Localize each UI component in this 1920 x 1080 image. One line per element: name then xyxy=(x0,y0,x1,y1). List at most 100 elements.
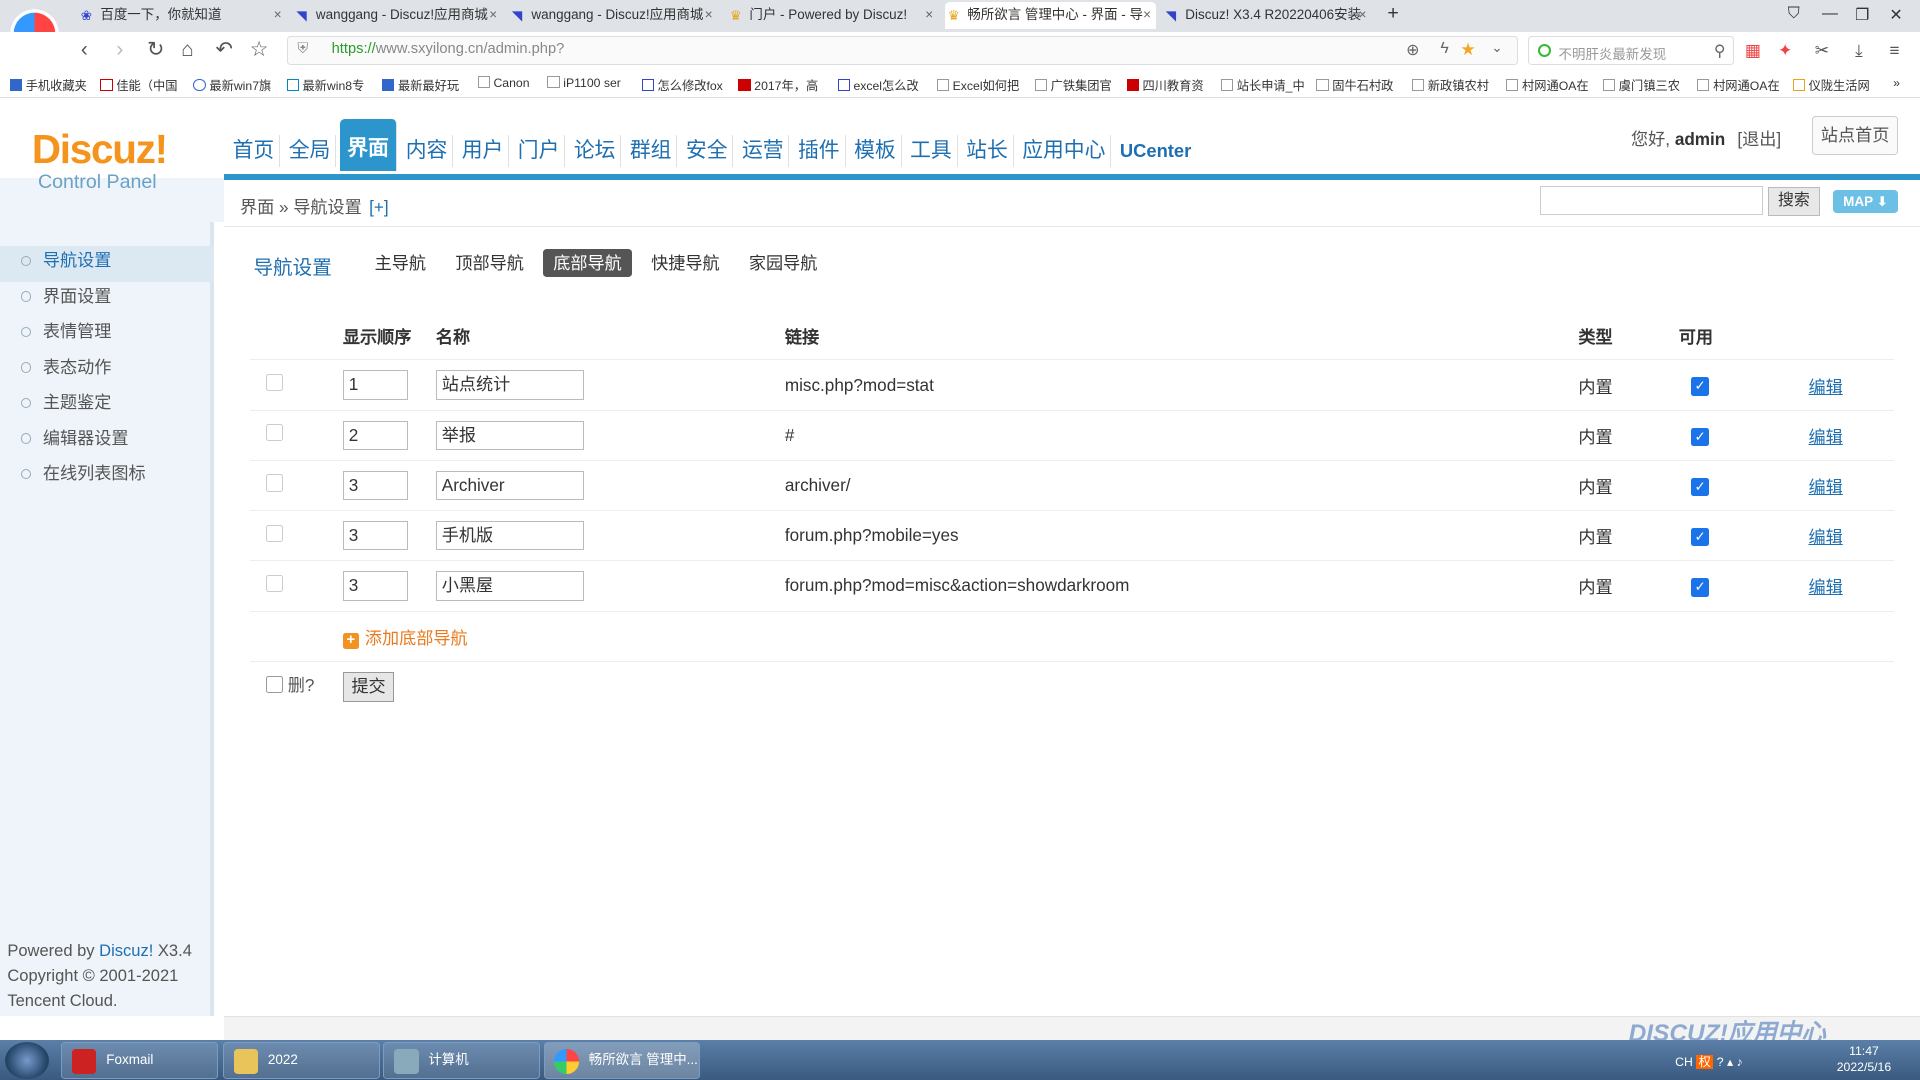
url-text[interactable]: https://www.sxyilong.cn/admin.php? xyxy=(332,41,565,57)
close-window-icon[interactable]: ✕ xyxy=(1889,5,1902,25)
star-icon[interactable]: ☆ xyxy=(250,38,269,62)
sidebar-item-editor-settings[interactable]: 编辑器设置 xyxy=(0,424,214,460)
shirt-icon[interactable]: ⛉ xyxy=(1788,5,1800,23)
edit-link[interactable]: 编辑 xyxy=(1809,527,1843,547)
reload-icon[interactable]: ↻ xyxy=(147,38,164,62)
submit-button[interactable]: 提交 xyxy=(342,672,395,702)
order-input[interactable]: 3 xyxy=(342,470,408,501)
site-home-button[interactable]: 站点首页 xyxy=(1812,116,1898,156)
bookmark-item[interactable]: 手机收藏夹 xyxy=(9,76,87,94)
enabled-checkbox[interactable]: ✓ xyxy=(1690,377,1710,396)
start-button[interactable] xyxy=(4,1042,49,1079)
nav-tools[interactable]: 工具 xyxy=(905,134,958,167)
row-select-checkbox[interactable] xyxy=(265,424,283,442)
nav-interface[interactable]: 界面 xyxy=(339,118,398,172)
restore-icon[interactable]: ❐ xyxy=(1855,5,1869,25)
chevron-down-icon[interactable]: ⌄ xyxy=(1491,40,1502,56)
sidebar-item-click-actions[interactable]: 表态动作 xyxy=(0,353,214,389)
menu-icon[interactable]: ≡ xyxy=(1889,38,1899,62)
row-select-checkbox[interactable] xyxy=(265,574,283,592)
nav-plugins[interactable]: 插件 xyxy=(793,134,846,167)
tab-main-nav[interactable]: 主导航 xyxy=(365,249,436,277)
add-footer-nav-link[interactable]: + 添加底部导航 xyxy=(342,628,468,649)
edit-link[interactable]: 编辑 xyxy=(1809,577,1843,597)
name-input[interactable]: 举报 xyxy=(435,420,585,450)
nav-operations[interactable]: 运营 xyxy=(737,134,790,167)
game-icon[interactable]: ✦ xyxy=(1778,38,1792,62)
bookmark-item[interactable]: excel怎么改 xyxy=(837,76,919,94)
crumb-section[interactable]: 界面 xyxy=(240,197,274,217)
nav-global[interactable]: 全局 xyxy=(284,134,337,167)
nav-webmaster[interactable]: 站长 xyxy=(961,134,1014,167)
bookmark-item[interactable]: 怎么修改fox xyxy=(641,76,723,94)
discuz-link[interactable]: Discuz! xyxy=(99,941,153,960)
close-icon[interactable]: × xyxy=(274,2,282,29)
ime-icon[interactable]: 权 xyxy=(1696,1054,1714,1069)
nav-templates[interactable]: 模板 xyxy=(849,134,902,167)
help-icon[interactable]: ? xyxy=(1717,1055,1724,1069)
sidebar-item-interface-settings[interactable]: 界面设置 xyxy=(0,282,214,318)
tab-top-nav[interactable]: 顶部导航 xyxy=(446,249,534,277)
name-input[interactable]: 站点统计 xyxy=(435,370,585,400)
minimize-icon[interactable]: — xyxy=(1822,5,1838,23)
order-input[interactable]: 1 xyxy=(342,370,408,400)
nav-groups[interactable]: 群组 xyxy=(625,134,678,167)
tab-discuz-install[interactable]: ◥ Discuz! X3.4 R20220406安装 × xyxy=(1163,2,1371,29)
edit-link[interactable]: 编辑 xyxy=(1809,377,1843,397)
sidebar-item-thread-stamps[interactable]: 主题鉴定 xyxy=(0,388,214,424)
sidebar-item-smilies[interactable]: 表情管理 xyxy=(0,317,214,353)
enabled-checkbox[interactable]: ✓ xyxy=(1690,578,1710,597)
admin-search-input[interactable] xyxy=(1540,186,1764,216)
tab-footer-nav[interactable]: 底部导航 xyxy=(543,248,632,277)
taskbar-folder[interactable]: 2022 xyxy=(222,1042,380,1079)
tab-baidu[interactable]: ❀ 百度一下，你就知道 × xyxy=(78,2,286,29)
clock[interactable]: 11:47 2022/5/16 xyxy=(1837,1044,1891,1076)
order-input[interactable]: 2 xyxy=(342,420,408,450)
favorite-star-icon[interactable]: ★ xyxy=(1460,39,1475,60)
enabled-checkbox[interactable]: ✓ xyxy=(1690,477,1710,497)
admin-search-button[interactable]: 搜索 xyxy=(1768,187,1820,216)
bookmark-item[interactable]: 仪陇生活网 xyxy=(1792,76,1870,94)
home-icon[interactable]: ⌂ xyxy=(181,38,194,62)
order-input[interactable]: 3 xyxy=(342,521,408,551)
close-icon[interactable]: × xyxy=(1143,2,1151,29)
add-shortcut-link[interactable]: [+] xyxy=(369,197,389,217)
url-bar[interactable]: ⛨ https://www.sxyilong.cn/admin.php? ⊕ ϟ… xyxy=(286,35,1519,65)
delete-toggle[interactable]: 删? xyxy=(265,671,314,696)
bookmark-item[interactable]: 2017年，高 xyxy=(738,76,818,94)
edit-link[interactable]: 编辑 xyxy=(1809,477,1843,497)
row-select-checkbox[interactable] xyxy=(265,374,283,392)
nav-portal[interactable]: 门户 xyxy=(513,134,566,167)
taskbar-browser[interactable]: 畅所欲言 管理中... xyxy=(543,1042,701,1079)
new-tab-button[interactable]: + xyxy=(1387,2,1398,25)
tab-app-store-1[interactable]: ◥ wanggang - Discuz!应用商城 × xyxy=(294,2,502,29)
nav-forum[interactable]: 论坛 xyxy=(569,134,622,167)
scissors-icon[interactable]: ✂ xyxy=(1815,38,1829,62)
undo-icon[interactable]: ↶ xyxy=(216,38,233,62)
taskbar-computer[interactable]: 计算机 xyxy=(383,1042,540,1079)
bookmark-item[interactable]: 固牛石村政 xyxy=(1316,76,1393,94)
download-icon[interactable]: ⤓ xyxy=(1855,38,1863,62)
nav-app-center[interactable]: 应用中心 xyxy=(1017,134,1112,167)
map-button[interactable]: MAP ⬇ xyxy=(1833,189,1898,214)
bookmark-item[interactable]: Canon xyxy=(477,75,530,90)
name-input[interactable]: 手机版 xyxy=(435,521,585,551)
name-input[interactable]: Archiver xyxy=(435,470,585,501)
browser-search-input[interactable]: 不明肝炎最新发现 ⚲ xyxy=(1528,35,1734,65)
enabled-checkbox[interactable]: ✓ xyxy=(1690,427,1710,446)
tab-home-nav[interactable]: 家园导航 xyxy=(739,249,827,277)
close-icon[interactable]: × xyxy=(925,2,933,29)
bookmark-item[interactable]: iP1100 ser xyxy=(547,75,621,90)
bookmark-item[interactable]: 虞门镇三农 xyxy=(1602,76,1680,94)
more-bookmarks-icon[interactable]: » xyxy=(1893,76,1900,90)
nav-users[interactable]: 用户 xyxy=(457,134,510,167)
row-select-checkbox[interactable] xyxy=(265,524,283,542)
nav-content[interactable]: 内容 xyxy=(401,134,454,167)
nav-ucenter[interactable]: UCenter xyxy=(1115,135,1196,167)
bookmark-item[interactable]: 村网通OA在 xyxy=(1697,76,1780,94)
back-icon[interactable]: ‹ xyxy=(81,38,88,62)
taskbar-foxmail[interactable]: Foxmail xyxy=(61,1042,218,1079)
nav-home[interactable]: 首页 xyxy=(228,134,281,167)
tab-admin-active[interactable]: ♛ 畅所欲言 管理中心 - 界面 - 导 × xyxy=(945,2,1156,30)
enabled-checkbox[interactable]: ✓ xyxy=(1690,528,1710,547)
